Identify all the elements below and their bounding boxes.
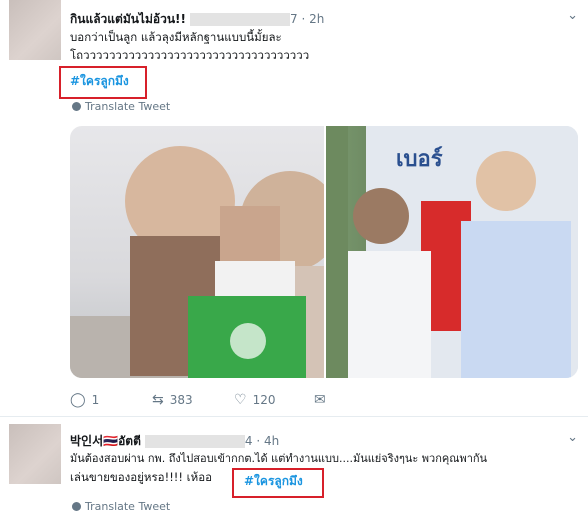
hashtag-link[interactable]: #ใครลูกมึง [70,72,129,91]
tweet-media[interactable]: เบอร์ [70,126,578,378]
tweet-text-line-2: โถววววววววววววววววววววววววววววววววววว [70,48,310,62]
redacted-handle [189,13,290,26]
reply-button[interactable]: ◯ 1 [70,392,99,408]
tweet-header: 박인서🇹🇭อัตตี 4 · 4h [70,432,279,451]
translate-label: Translate Tweet [85,500,171,513]
photo-right-illustration: เบอร์ [326,126,578,378]
globe-icon [72,502,81,511]
translate-label: Translate Tweet [85,100,171,113]
display-name[interactable]: 박인서 [70,434,103,448]
photo-right[interactable]: เบอร์ [326,126,578,378]
message-button[interactable]: ✉ [314,392,332,408]
chevron-down-icon[interactable]: ⌄ [567,430,578,445]
globe-icon [72,102,81,111]
display-name[interactable]: กินแล้วแต่มันไม่อ้วน!! [70,12,186,26]
like-icon: ♡ [234,392,247,408]
chevron-down-icon[interactable]: ⌄ [567,8,578,23]
tweet-text-line-2: เล่นขายของอยู่หรอ!!!! เห้ออ [70,470,213,484]
tweet-header: กินแล้วแต่มันไม่อ้วน!! 7 · 2h [70,10,324,29]
display-name-2[interactable]: อัตตี [118,434,141,448]
avatar[interactable] [9,0,61,60]
like-count: 120 [252,393,276,407]
hashtag-link[interactable]: #ใครลูกมึง [244,472,303,491]
tweet-text-line-1: มันต้องสอบผ่าน กพ. ถึงไปสอบเข้ากกต.ได้ แ… [70,452,488,465]
photo-left[interactable] [70,126,340,378]
svg-text:เบอร์: เบอร์ [396,146,443,172]
timestamp[interactable]: · 2h [301,12,324,26]
message-icon: ✉ [314,392,326,408]
like-button[interactable]: ♡ 120 [234,392,275,408]
retweet-button[interactable]: ⇆ 383 [152,392,193,408]
flag-emoji: 🇹🇭 [103,434,119,448]
retweet-icon: ⇆ [152,392,164,408]
photo-left-illustration [70,146,340,378]
avatar[interactable] [9,424,61,484]
timestamp[interactable]: · 4h [256,434,279,448]
reply-icon: ◯ [70,392,86,408]
reply-count: 1 [91,393,100,407]
retweet-count: 383 [169,393,193,407]
redacted-handle [144,435,245,448]
translate-tweet[interactable]: Translate Tweet [72,500,170,513]
tweet-divider [0,416,588,417]
tweet-text-line-1: บอกว่าเป็นลูก แล้วลุงมีหลักฐานแบบนี้มั้ย… [70,30,282,44]
handle-tail: 7 [289,12,298,26]
handle-tail: 4 [244,434,253,448]
translate-tweet[interactable]: Translate Tweet [72,100,170,113]
